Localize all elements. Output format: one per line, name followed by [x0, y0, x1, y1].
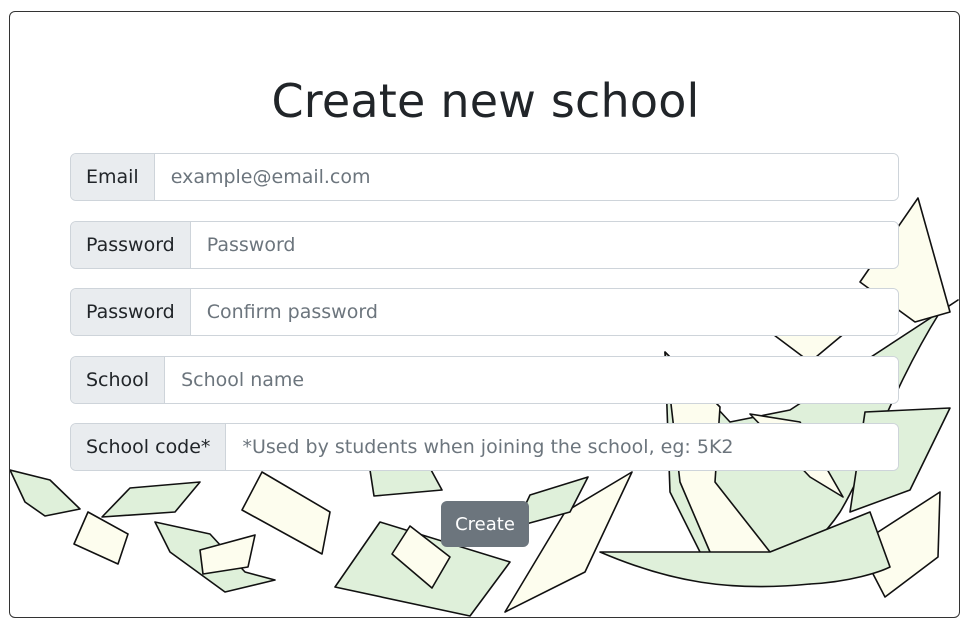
password-field[interactable]	[190, 222, 898, 268]
paper-shape	[73, 511, 129, 565]
paper-shape	[101, 481, 201, 518]
school-code-field[interactable]	[226, 424, 898, 470]
password-input-group: Password	[70, 221, 899, 269]
school-input-group: School	[70, 356, 899, 404]
create-school-card: Create new school Email Password Passwor…	[9, 11, 960, 618]
confirm-password-input-group: Password	[70, 288, 899, 336]
email-field[interactable]	[154, 154, 898, 200]
paper-shape	[241, 471, 331, 555]
school-label: School	[71, 357, 166, 403]
paper-shape	[369, 467, 443, 497]
paper-shape	[10, 469, 81, 517]
school-code-input-group: School code*	[70, 423, 899, 471]
email-input-group: Email	[70, 153, 899, 201]
create-button[interactable]: Create	[441, 501, 529, 547]
confirm-password-field[interactable]	[190, 289, 898, 335]
password-label: Password	[71, 222, 191, 268]
email-label: Email	[71, 154, 155, 200]
school-code-label: School code*	[71, 424, 227, 470]
page-title: Create new school	[271, 74, 700, 128]
school-name-field[interactable]	[165, 357, 898, 403]
confirm-password-label: Password	[71, 289, 191, 335]
